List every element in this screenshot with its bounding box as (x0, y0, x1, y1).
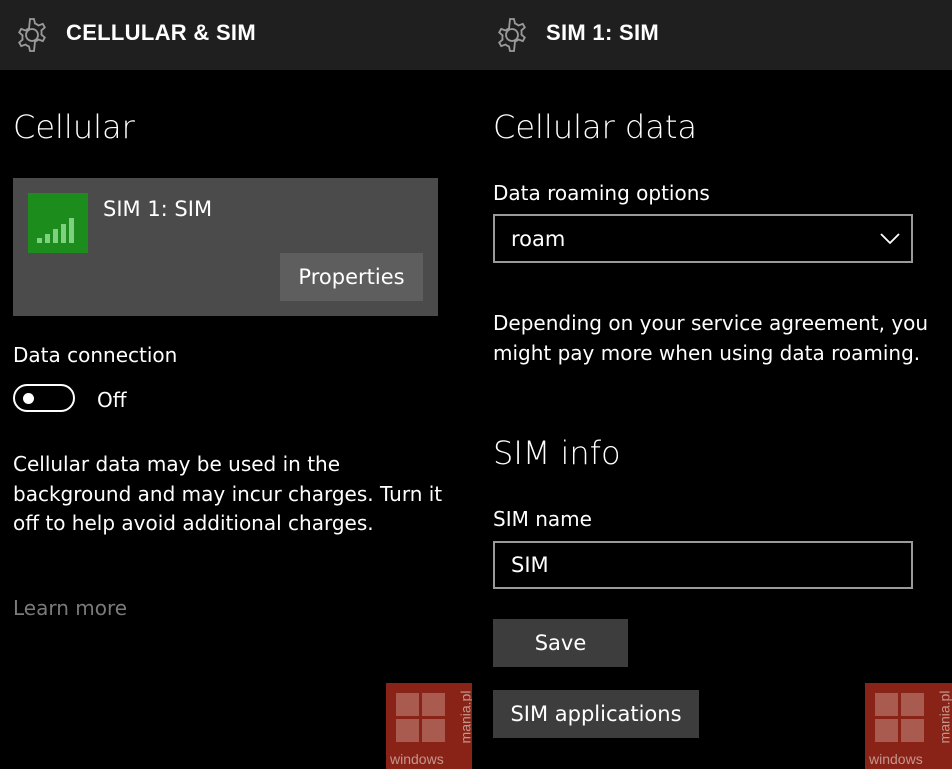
roaming-options-dropdown[interactable]: roam (493, 214, 913, 263)
gear-icon (18, 18, 46, 52)
save-button[interactable]: Save (493, 619, 628, 667)
sim-card[interactable]: SIM 1: SIM Properties (13, 178, 438, 316)
data-connection-toggle[interactable] (13, 384, 75, 412)
toggle-knob (23, 393, 34, 404)
chevron-down-icon (880, 233, 900, 245)
sim-settings-panel: SIM 1: SIM Cellular data Data roaming op… (472, 0, 952, 769)
sim-applications-button[interactable]: SIM applications (493, 690, 699, 738)
roaming-options-label: Data roaming options (493, 181, 710, 205)
sim-card-name: SIM 1: SIM (103, 197, 213, 221)
toggle-state-label: Off (97, 388, 127, 412)
watermark-side-text: mania.pl (457, 690, 472, 744)
watermark-logo: windows mania.pl (865, 683, 952, 769)
watermark-side-text: mania.pl (936, 690, 952, 744)
cellular-description: Cellular data may be used in the backgro… (13, 452, 443, 535)
watermark-text: windows (390, 751, 444, 767)
section-title-cellular: Cellular (13, 108, 135, 146)
page-header: SIM 1: SIM (472, 0, 952, 70)
roaming-options-value: roam (511, 227, 566, 251)
watermark-logo: windows mania.pl (386, 683, 472, 769)
gear-icon (498, 18, 526, 52)
cellular-sim-panel: CELLULAR & SIM Cellular SIM 1: SIM Prope… (0, 0, 472, 769)
page-title: CELLULAR & SIM (66, 20, 256, 45)
sim-name-input[interactable] (493, 541, 913, 589)
sim-name-label: SIM name (493, 507, 592, 531)
section-title-sim-info: SIM info (493, 434, 621, 472)
signal-strength-icon (28, 193, 88, 253)
roaming-note: Depending on your service agreement, you… (493, 311, 929, 365)
data-connection-label: Data connection (13, 343, 178, 367)
learn-more-link[interactable]: Learn more (13, 596, 127, 620)
watermark-text: windows (869, 751, 923, 767)
page-title: SIM 1: SIM (546, 20, 660, 45)
properties-button[interactable]: Properties (280, 253, 423, 301)
section-title-cellular-data: Cellular data (493, 108, 697, 146)
page-header: CELLULAR & SIM (0, 0, 472, 70)
